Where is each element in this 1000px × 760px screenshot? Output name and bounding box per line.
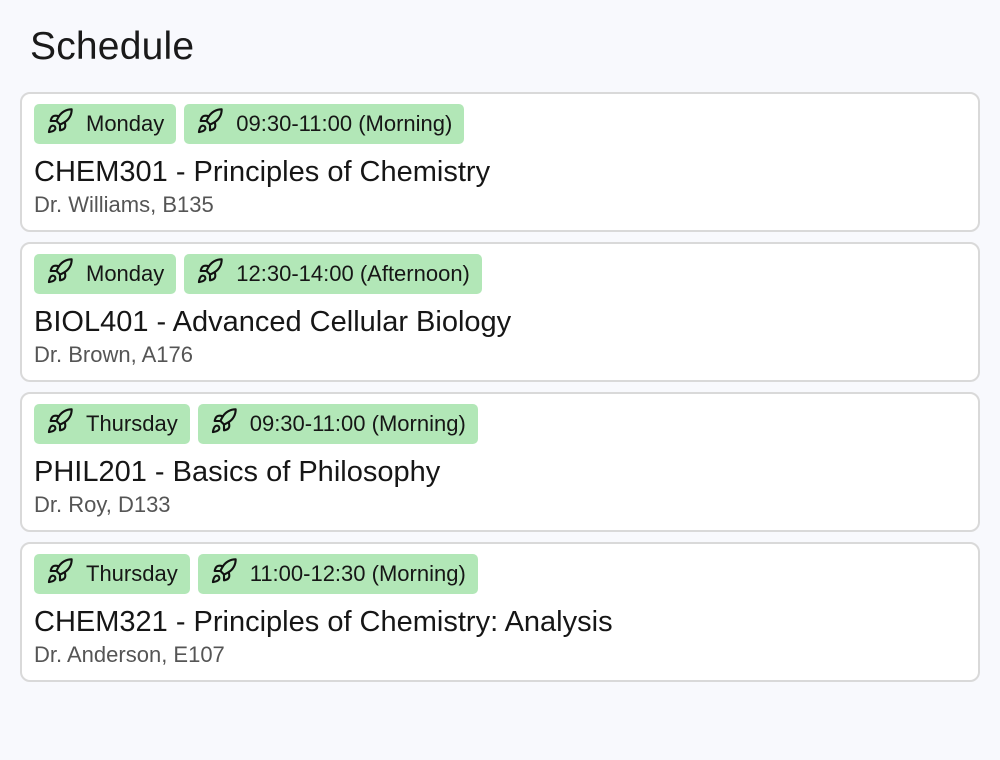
time-label: 09:30-11:00 (Morning) [249, 411, 466, 436]
class-card[interactable]: Monday 12:30-14:00 (Afternoon) BIOL401 -… [20, 242, 980, 382]
schedule-list: Monday 09:30-11:00 (Morning) CHEM301 - P… [20, 92, 980, 692]
instructor-room: Dr. Roy, D133 [34, 492, 171, 517]
day-tag: Monday [34, 254, 177, 294]
day-label: Monday [86, 261, 165, 286]
course-title: PHIL201 - Basics of Philosophy [34, 456, 441, 488]
class-card[interactable]: Thursday 11:00-12:30 (Morning) CHEM321 -… [20, 542, 980, 682]
rocket-icon [46, 557, 74, 585]
course-title: CHEM301 - Principles of Chemistry [34, 156, 491, 188]
day-label: Thursday [86, 561, 178, 586]
class-card[interactable]: Monday 09:30-11:00 (Morning) CHEM301 - P… [20, 92, 980, 232]
rocket-icon [196, 107, 224, 135]
day-tag: Thursday [34, 404, 190, 444]
day-tag: Monday [34, 104, 177, 144]
instructor-room: Dr. Williams, B135 [34, 192, 214, 217]
day-tag: Thursday [34, 554, 190, 594]
rocket-icon [46, 257, 74, 285]
rocket-icon [196, 257, 224, 285]
time-label: 12:30-14:00 (Afternoon) [236, 261, 470, 286]
time-tag: 12:30-14:00 (Afternoon) [184, 254, 482, 294]
class-tags: Monday 12:30-14:00 (Afternoon) [34, 254, 482, 294]
time-label: 09:30-11:00 (Morning) [236, 111, 453, 136]
class-card[interactable]: Thursday 09:30-11:00 (Morning) PHIL201 -… [20, 392, 980, 532]
class-tags: Thursday 11:00-12:30 (Morning) [34, 554, 478, 594]
day-label: Monday [86, 111, 165, 136]
time-tag: 11:00-12:30 (Morning) [197, 554, 478, 594]
rocket-icon [210, 557, 238, 585]
instructor-room: Dr. Brown, A176 [34, 342, 193, 367]
rocket-icon [46, 107, 74, 135]
course-title: BIOL401 - Advanced Cellular Biology [34, 306, 512, 338]
instructor-room: Dr. Anderson, E107 [34, 642, 225, 667]
day-label: Thursday [86, 411, 178, 436]
time-label: 11:00-12:30 (Morning) [249, 561, 466, 586]
class-tags: Monday 09:30-11:00 (Morning) [34, 104, 465, 144]
rocket-icon [210, 407, 238, 435]
course-title: CHEM321 - Principles of Chemistry: Analy… [34, 606, 613, 638]
class-tags: Thursday 09:30-11:00 (Morning) [34, 404, 478, 444]
page-title: Schedule [30, 25, 195, 68]
time-tag: 09:30-11:00 (Morning) [197, 404, 478, 444]
time-tag: 09:30-11:00 (Morning) [184, 104, 465, 144]
rocket-icon [46, 407, 74, 435]
